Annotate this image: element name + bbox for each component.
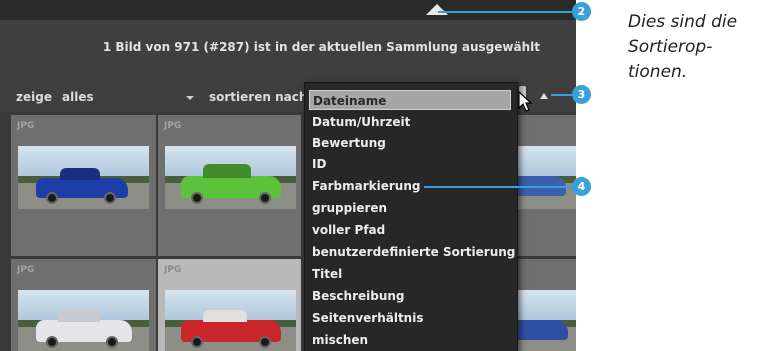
callout-line-3 xyxy=(551,94,574,96)
callout-badge-2: 2 xyxy=(572,2,591,21)
callout-line-2 xyxy=(438,11,574,13)
sort-order-toggle-icon[interactable] xyxy=(540,93,548,99)
selection-status-text: 1 Bild von 971 (#287) ist in der aktuell… xyxy=(102,40,540,54)
photo-thumbnail-image xyxy=(18,146,149,209)
thumbnail-tile-selected[interactable]: JPG xyxy=(158,259,301,351)
thumbnail-tile[interactable] xyxy=(516,259,576,351)
sort-label: sortieren nach xyxy=(209,90,308,104)
sort-option-datum-uhrzeit[interactable]: Datum/Uhrzeit xyxy=(309,112,511,132)
photo-thumbnail-image xyxy=(18,290,149,351)
callout-badge-4: 4 xyxy=(572,177,591,196)
callout-line-4 xyxy=(424,186,574,188)
photo-thumbnail-image xyxy=(516,290,576,351)
thumbnail-tile[interactable]: JPG xyxy=(11,115,156,256)
sort-option-dateiname[interactable]: Dateiname xyxy=(309,90,511,110)
file-type-badge: JPG xyxy=(164,121,182,131)
sort-option-mischen[interactable]: mischen xyxy=(309,330,511,350)
photo-thumbnail-image xyxy=(165,290,296,351)
file-type-badge: JPG xyxy=(17,265,35,275)
photo-thumbnail-image xyxy=(516,146,576,209)
top-panel-bar xyxy=(0,0,576,20)
caption-line: tionen. xyxy=(628,62,688,82)
file-type-badge: JPG xyxy=(164,265,182,275)
sort-option-benutzerdefiniert[interactable]: benutzerdefinierte Sortierung xyxy=(309,242,515,262)
caption-line: Dies sind die xyxy=(628,12,738,32)
sort-option-gruppieren[interactable]: gruppieren xyxy=(309,198,511,218)
file-type-badge: JPG xyxy=(17,121,35,131)
sort-option-titel[interactable]: Titel xyxy=(309,264,511,284)
sort-options-dropdown: Dateiname Datum/Uhrzeit Bewertung ID Far… xyxy=(304,82,518,351)
callout-badge-3: 3 xyxy=(572,85,591,104)
description-caption: Dies sind die Sortierop- tionen. xyxy=(628,10,753,85)
sort-option-beschreibung[interactable]: Beschreibung xyxy=(309,286,511,306)
photo-thumbnail-image xyxy=(165,146,296,209)
mouse-pointer-icon xyxy=(518,91,533,112)
chevron-down-icon[interactable] xyxy=(186,96,194,100)
thumbnail-tile[interactable]: JPG xyxy=(11,259,156,351)
collapse-panel-arrow-icon[interactable] xyxy=(426,4,448,15)
sort-option-seitenverhaeltnis[interactable]: Seitenverhältnis xyxy=(309,308,511,328)
caption-line: Sortierop- xyxy=(628,37,713,57)
show-label: zeige xyxy=(16,90,52,104)
darktable-lighttable-screen: 1 Bild von 971 (#287) ist in der aktuell… xyxy=(0,0,576,351)
thumbnail-tile[interactable]: JPG xyxy=(158,115,301,256)
sort-option-voller-pfad[interactable]: voller Pfad xyxy=(309,220,511,240)
show-filter-select[interactable]: alles xyxy=(62,90,94,104)
sort-option-bewertung[interactable]: Bewertung xyxy=(309,133,511,153)
sort-option-id[interactable]: ID xyxy=(309,154,511,174)
